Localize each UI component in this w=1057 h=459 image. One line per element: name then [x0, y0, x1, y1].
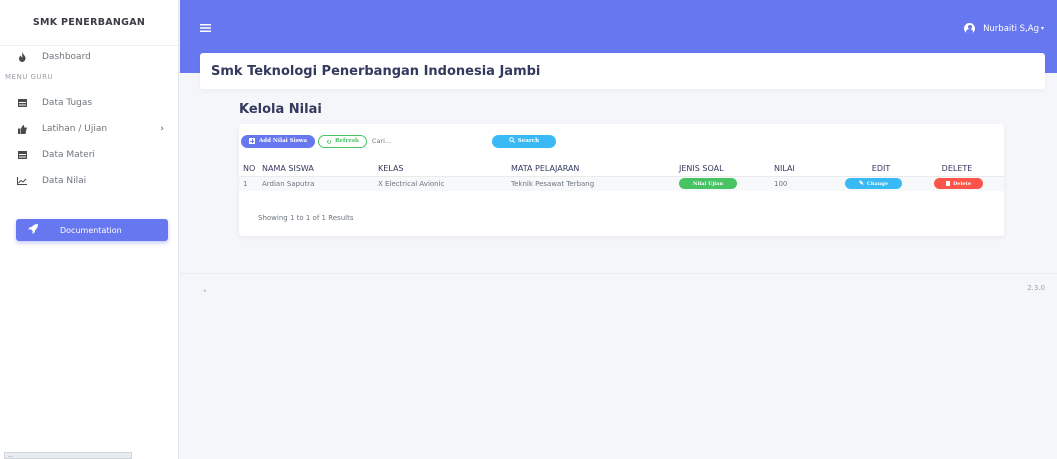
search-input[interactable]	[366, 135, 490, 147]
cell-nama: Ardian Saputra	[262, 176, 378, 191]
column-header-no: NO	[239, 161, 262, 177]
hamburger-menu-icon[interactable]	[200, 22, 211, 35]
trash-icon	[945, 181, 950, 187]
user-dropdown[interactable]: Nurbaiti S,Ag ▾	[964, 23, 1044, 34]
sidebar-item-data-materi[interactable]: Data Materi	[0, 142, 178, 168]
refresh-button[interactable]: ↻ Refresh	[318, 134, 367, 148]
chevron-right-icon: ›	[160, 124, 164, 134]
add-nilai-label: Add Nilai Siswa	[259, 138, 308, 144]
page-title: Smk Teknologi Penerbangan Indonesia Jamb…	[211, 63, 541, 79]
edit-icon: ✎	[858, 180, 864, 188]
caret-down-icon: ▾	[1040, 25, 1044, 32]
fire-icon	[17, 52, 27, 62]
column-header-edit: EDIT	[845, 161, 934, 177]
footer-divider	[180, 273, 1057, 274]
menu-heading: MENU GURU	[5, 73, 54, 81]
column-header-nilai: NILAI	[774, 161, 845, 177]
table-row: 1 Ardian Saputra X Electrical Avionic Te…	[239, 176, 1004, 191]
sidebar-item-label: Latihan / Ujian	[42, 124, 108, 134]
refresh-label: Refresh	[334, 138, 359, 144]
documentation-label: Documentation	[60, 225, 122, 235]
column-header-mapel: MATA PELAJARAN	[511, 161, 679, 177]
chart-icon	[17, 176, 27, 186]
column-header-delete: DELETE	[934, 161, 1004, 177]
sidebar-item-label: Data Tugas	[42, 98, 93, 108]
jenis-soal-badge: Nilai Ujian	[679, 178, 737, 190]
footer-left: •	[203, 288, 207, 295]
table-card: Add Nilai Siswa ↻ Refresh Search NO NAMA…	[239, 124, 1004, 236]
column-header-nama: NAMA SISWA	[262, 161, 378, 177]
pagination-info: Showing 1 to 1 of 1 Results	[258, 214, 354, 222]
documentation-button[interactable]: Documentation	[16, 219, 168, 241]
cell-mapel: Teknik Pesawat Terbang	[511, 176, 679, 191]
sidebar-item-label: Data Materi	[42, 150, 95, 160]
sidebar-item-latihan-ujian[interactable]: Latihan / Ujian ›	[0, 116, 178, 142]
table-icon	[17, 150, 27, 160]
avatar	[964, 23, 976, 34]
cell-jenis: Nilai Ujian	[679, 176, 774, 191]
search-button[interactable]: Search	[491, 134, 556, 148]
sidebar-item-data-nilai[interactable]: Data Nilai	[0, 168, 178, 194]
add-nilai-button[interactable]: Add Nilai Siswa	[241, 134, 316, 148]
status-tooltip: ...	[4, 452, 132, 459]
section-title: Kelola Nilai	[239, 102, 322, 117]
column-header-kelas: KELAS	[378, 161, 511, 177]
page-header: Smk Teknologi Penerbangan Indonesia Jamb…	[200, 53, 1045, 89]
sidebar-item-label: Data Nilai	[42, 176, 87, 186]
search-label: Search	[517, 138, 540, 144]
cell-nilai: 100	[774, 176, 845, 191]
cell-delete: Delete	[934, 176, 1004, 191]
plus-square-icon	[249, 138, 255, 144]
table-toolbar: Add Nilai Siswa ↻ Refresh Search	[241, 134, 556, 148]
sidebar-brand[interactable]: SMK PENERBANGAN	[0, 0, 178, 46]
rocket-icon	[28, 223, 38, 237]
sidebar-item-data-tugas[interactable]: Data Tugas	[0, 90, 178, 116]
table-header-row: NO NAMA SISWA KELAS MATA PELAJARAN JENIS…	[239, 161, 1004, 177]
cell-edit: ✎ Change	[845, 176, 934, 191]
cell-kelas: X Electrical Avionic	[378, 176, 511, 191]
search-icon	[509, 137, 515, 145]
table-icon	[17, 98, 27, 108]
user-name: Nurbaiti S,Ag	[983, 23, 1039, 34]
version-label: 2.3.0	[1027, 284, 1045, 292]
sidebar-item-label: Dashboard	[42, 52, 91, 62]
change-button[interactable]: ✎ Change	[845, 178, 902, 190]
delete-label: Delete	[952, 180, 972, 187]
delete-button[interactable]: Delete	[934, 178, 983, 190]
cell-no: 1	[239, 176, 262, 191]
sidebar: SMK PENERBANGAN Dashboard MENU GURU Data…	[0, 0, 179, 459]
column-header-jenis: JENIS SOAL	[679, 161, 774, 177]
refresh-icon: ↻	[326, 136, 332, 146]
change-label: Change	[866, 180, 889, 187]
nilai-table: NO NAMA SISWA KELAS MATA PELAJARAN JENIS…	[239, 161, 1004, 191]
thumbs-up-icon	[17, 124, 27, 134]
sidebar-item-dashboard[interactable]: Dashboard	[0, 46, 178, 68]
